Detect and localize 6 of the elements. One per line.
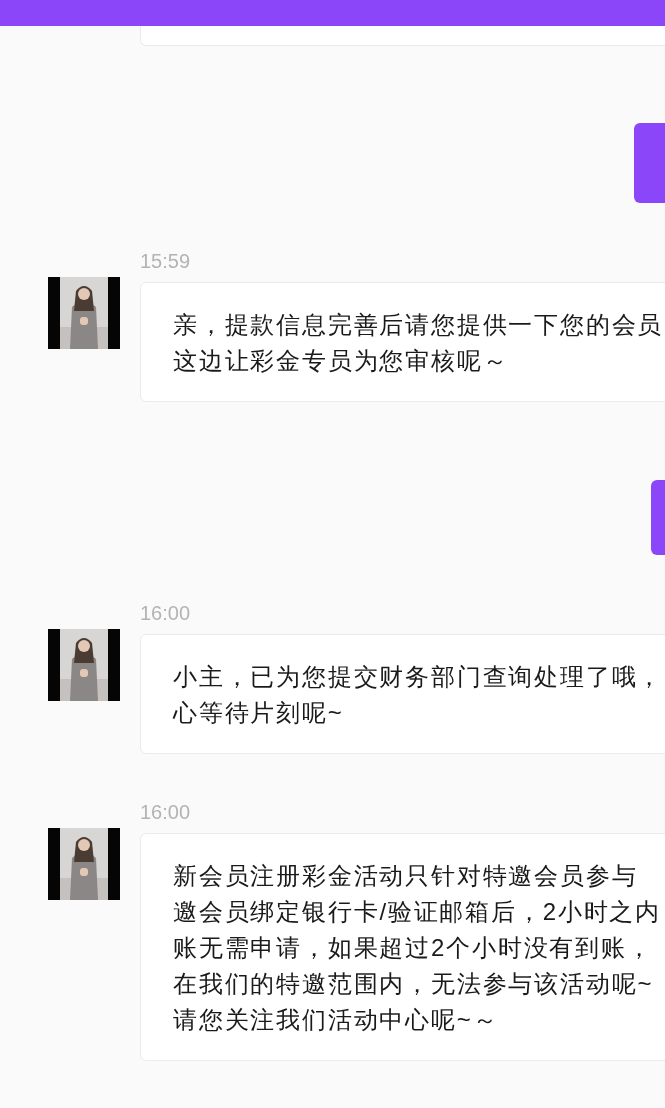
message-text: 小主，已为您提交财务部门查询处理了哦， 心等待片刻呢~ xyxy=(173,662,664,728)
message-time: 16:00 xyxy=(140,602,192,624)
message-time: 15:59 xyxy=(140,250,192,272)
message-text: 新会员注册彩金活动只针对特邀会员参与 邀会员绑定银行卡/验证邮箱后，2小时之内 账无需申请，如果超过2个小时没有到账， 在我们的特邀范围内，无法参与该活动呢~ 请您关注我们活动中心呢~～ xyxy=(173,861,661,1035)
message-time: 16:00 xyxy=(140,801,192,823)
message-text: 亲，提款信息完善后请您提供一下您的会员 这边让彩金专员为您审核呢～ xyxy=(173,310,664,376)
